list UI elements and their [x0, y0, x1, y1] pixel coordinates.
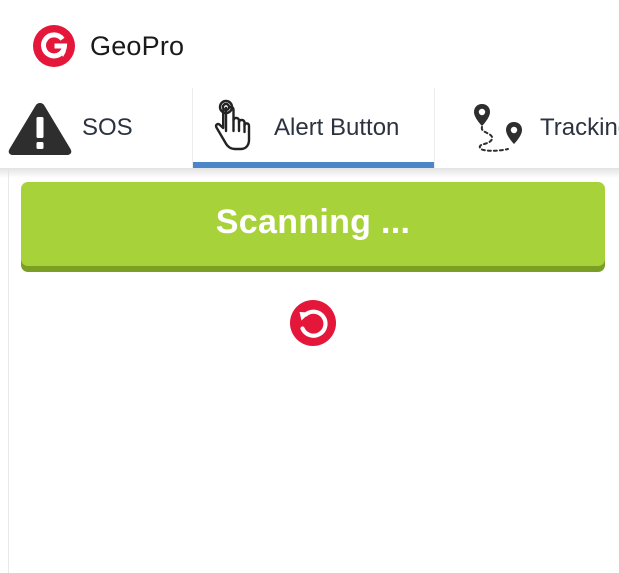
app-screen: GeoPro SOS Alert Button Trackin Scanning…: [0, 0, 619, 573]
hand-pointer-icon: [214, 99, 251, 151]
scan-button-label: Scanning ...: [215, 202, 411, 241]
content-edge-divider: [8, 168, 9, 573]
route-pins-icon: [474, 104, 522, 152]
tab-tracking[interactable]: Tracking: [434, 88, 619, 168]
tab-sos[interactable]: SOS: [0, 88, 190, 168]
app-header: GeoPro: [0, 0, 619, 88]
tab-tracking-label: Tracking: [540, 114, 619, 141]
tab-sos-label: SOS: [82, 114, 133, 141]
tab-bar: SOS Alert Button Trackin: [0, 88, 619, 168]
refresh-icon[interactable]: [289, 299, 337, 347]
tab-alert-button-label: Alert Button: [274, 114, 400, 141]
tab-bar-shadow: [0, 168, 619, 178]
geopro-logo-icon: [33, 25, 75, 67]
scan-button[interactable]: Scanning ...: [21, 182, 605, 266]
tab-alert-button[interactable]: Alert Button: [192, 88, 435, 168]
warning-icon: [8, 103, 72, 155]
app-title: GeoPro: [90, 31, 185, 61]
